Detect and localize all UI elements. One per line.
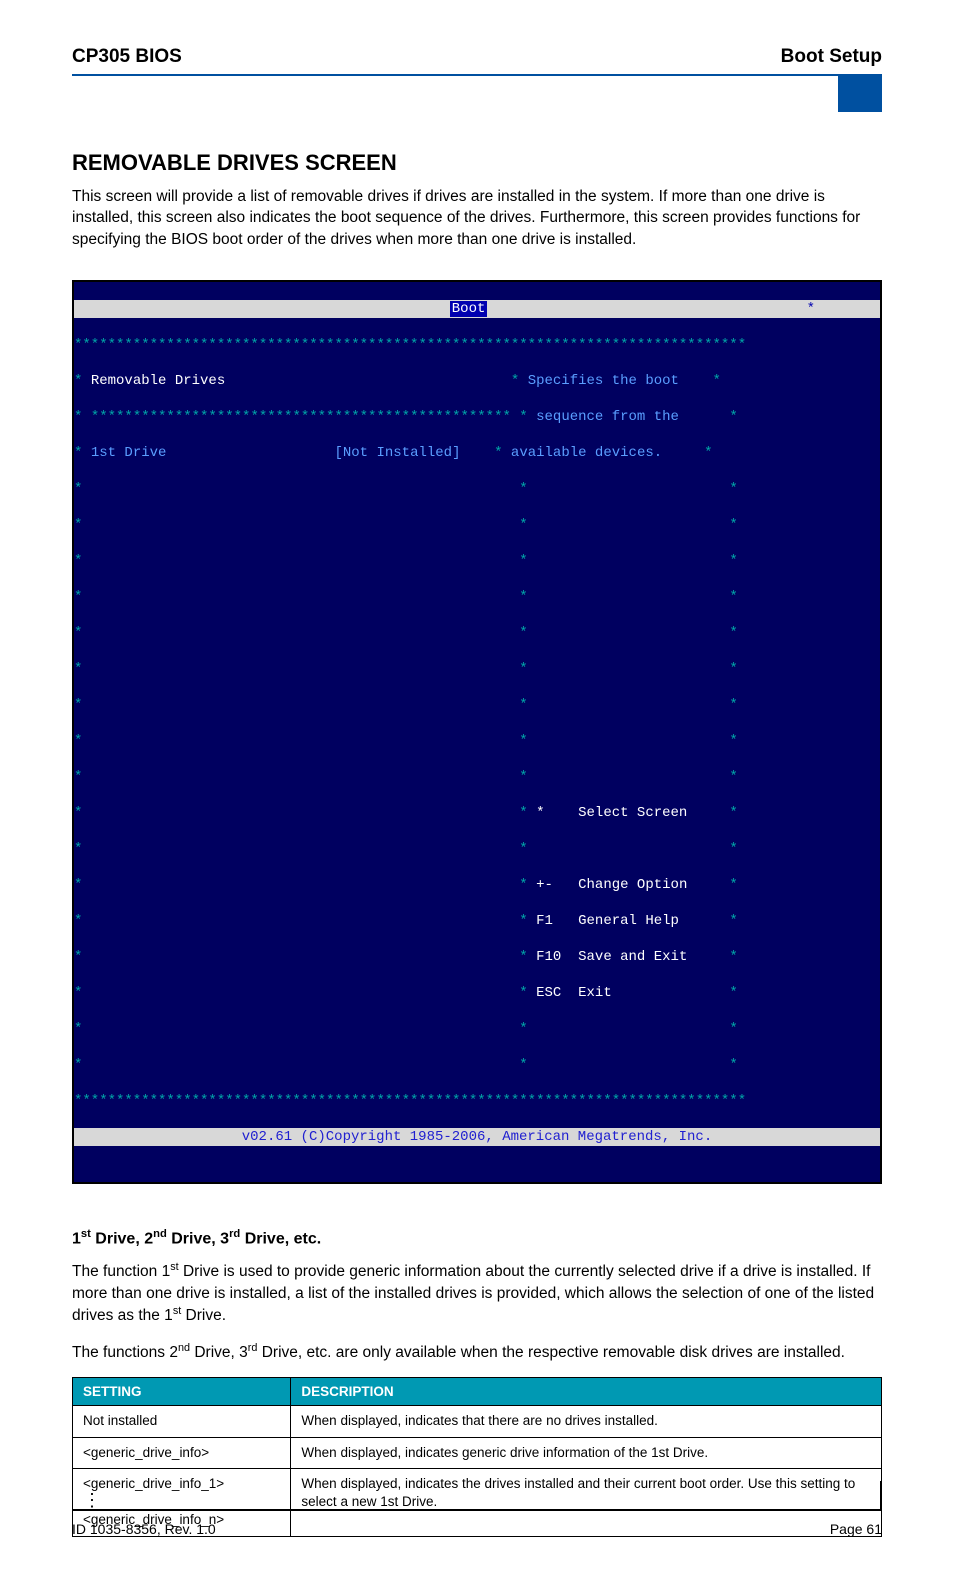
bios-select-screen: Select Screen [578,805,687,821]
footer-right: Page 61 [830,1521,882,1537]
cell-description: When displayed, indicates generic drive … [291,1437,882,1468]
para-2: The functions 2nd Drive, 3rd Drive, etc.… [72,1341,882,1364]
table-row: <generic_drive_info> When displayed, ind… [73,1437,882,1468]
bios-exit: Exit [578,985,612,1001]
bios-help-1: Specifies the boot [528,373,679,389]
th-setting: SETTING [73,1378,291,1406]
bios-save-exit: Save and Exit [578,949,687,965]
bios-item-value: [Not Installed] [334,445,460,461]
footer-corner [72,1471,882,1511]
cell-description: When displayed, indicates that there are… [291,1406,882,1437]
bios-copyright: v02.61 (C)Copyright 1985-2006, American … [242,1129,712,1145]
header-left: CP305 BIOS [72,46,182,68]
section-title: REMOVABLE DRIVES SCREEN [72,150,882,176]
bios-screenshot: Boot * *********************************… [72,280,882,1184]
bios-help-2: sequence from the [536,409,679,425]
table-row: Not installed When displayed, indicates … [73,1406,882,1437]
cell-setting: <generic_drive_info> [73,1437,291,1468]
header-divider [72,74,882,114]
bios-key-f1: F1 [536,913,553,929]
header-right: Boot Setup [781,46,882,68]
bios-key-select: * [536,805,544,821]
para-1: The function 1st Drive is used to provid… [72,1260,882,1326]
bios-change-option: Change Option [578,877,687,893]
cell-setting: Not installed [73,1406,291,1437]
bios-title: Boot [450,301,488,317]
footer-left: ID 1035-8356, Rev. 1.0 [72,1521,216,1537]
section-body: This screen will provide a list of remov… [72,186,882,250]
bios-key-esc: ESC [536,985,561,1001]
bios-key-f10: F10 [536,949,561,965]
bios-key-updown: +- [536,877,553,893]
bios-help-3: available devices. [511,445,662,461]
bios-general-help: General Help [578,913,679,929]
bios-group: Removable Drives [91,373,225,389]
th-description: DESCRIPTION [291,1378,882,1406]
bios-item-label: 1st Drive [91,445,167,461]
subheading-drives: 1st Drive, 2nd Drive, 3rd Drive, etc. [72,1228,882,1248]
